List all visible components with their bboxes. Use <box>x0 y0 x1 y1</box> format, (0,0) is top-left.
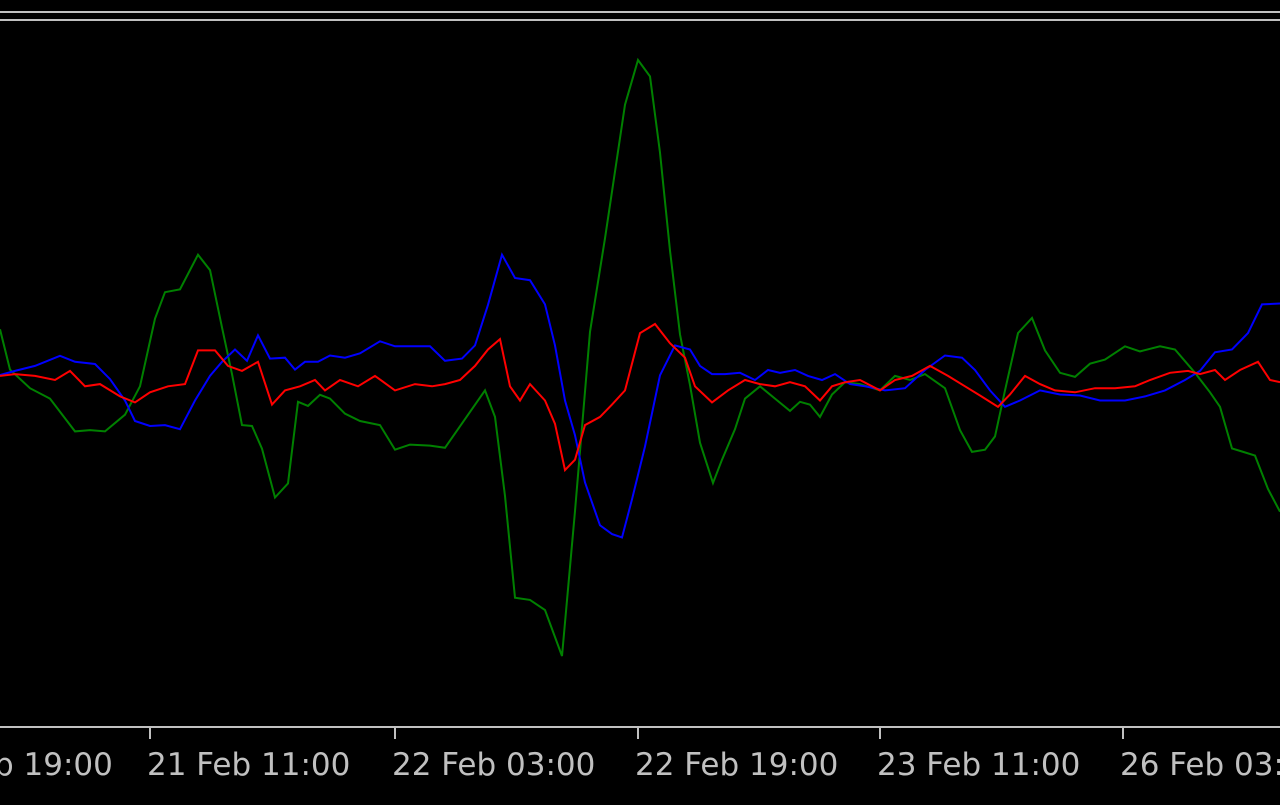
x-tick-label: 26 Feb 03:00 <box>1120 747 1280 783</box>
green-series-line <box>0 57 1280 657</box>
series-layer <box>0 57 1280 657</box>
x-tick-label-edge: b 19:00 <box>0 747 113 783</box>
line-chart: 21 Feb 11:00 22 Feb 03:00 22 Feb 19:00 23 F… <box>0 11 1280 783</box>
x-tick-label: 22 Feb 19:00 <box>635 747 838 783</box>
x-tick-label: 23 Feb 11:00 <box>877 747 1080 783</box>
chart-panel: 21 Feb 11:00 22 Feb 03:00 22 Feb 19:00 23 F… <box>0 0 1280 800</box>
x-tick-label: 22 Feb 03:00 <box>392 747 595 783</box>
x-tick-label: 21 Feb 11:00 <box>147 747 350 783</box>
x-axis-ticks: 21 Feb 11:00 22 Feb 03:00 22 Feb 19:00 23 F… <box>0 727 1280 783</box>
blue-series-line <box>0 252 1280 539</box>
